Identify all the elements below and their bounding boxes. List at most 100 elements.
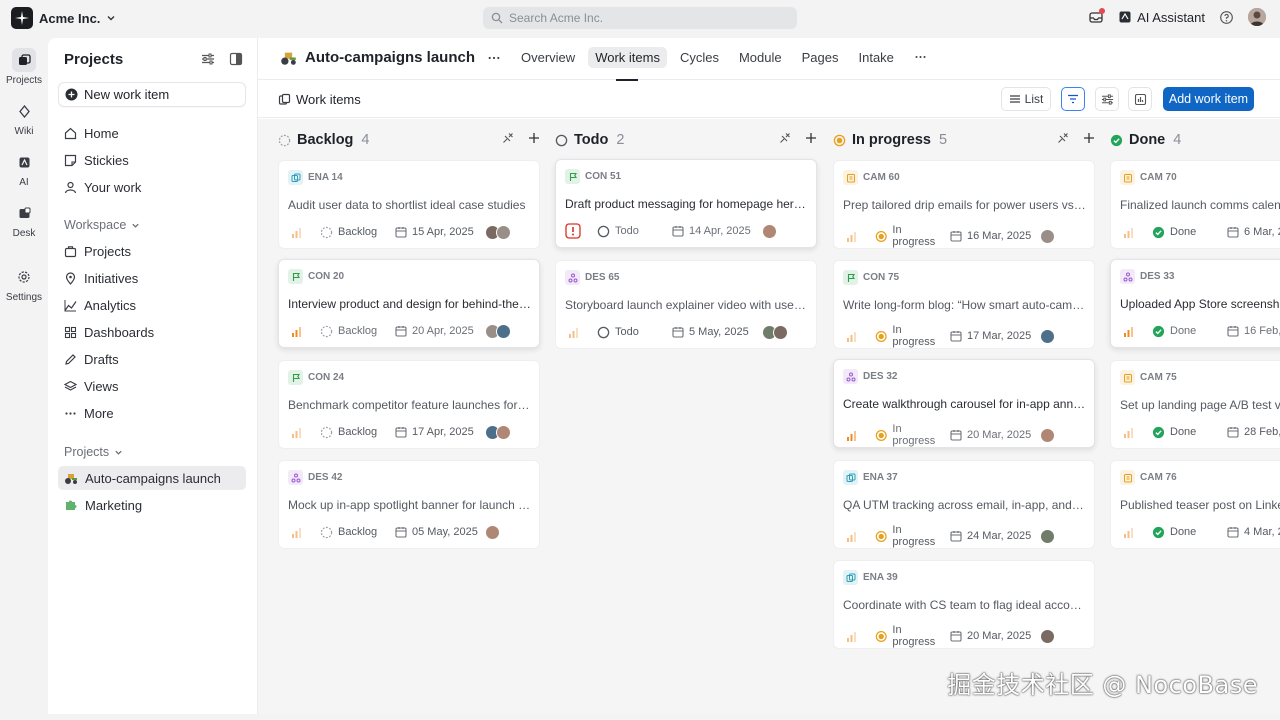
rail-settings[interactable]: Settings xyxy=(0,265,48,303)
work-item-card[interactable]: ENA 14 Audit user data to shortlist ideal… xyxy=(278,160,540,249)
due-date-property[interactable]: 20 Apr, 2025 xyxy=(395,325,479,337)
nav-views[interactable]: Views xyxy=(58,374,246,398)
work-item-card[interactable]: CON 20 Interview product and design for b… xyxy=(278,259,540,348)
priority-icon[interactable] xyxy=(843,328,859,344)
inbox-button[interactable] xyxy=(1088,8,1106,25)
assignee-avatars[interactable] xyxy=(485,224,511,240)
due-date-property[interactable]: 6 Mar, 2025 xyxy=(1227,226,1280,238)
tab-work-items[interactable]: Work items xyxy=(588,47,667,81)
due-date-property[interactable]: 24 Mar, 2025 xyxy=(950,530,1034,542)
project-marketing[interactable]: Marketing xyxy=(58,493,246,517)
plus-icon[interactable] xyxy=(1083,132,1095,144)
due-date-property[interactable]: 17 Mar, 2025 xyxy=(950,330,1034,342)
state-property[interactable]: Done xyxy=(1152,526,1222,539)
work-item-card[interactable]: ENA 37 QA UTM tracking across email, in-a… xyxy=(833,460,1095,549)
due-date-property[interactable]: 14 Apr, 2025 xyxy=(672,225,756,237)
priority-icon[interactable] xyxy=(1120,424,1136,440)
nav-drafts[interactable]: Drafts xyxy=(58,347,246,371)
assignee-avatars[interactable] xyxy=(1040,328,1055,344)
work-item-card[interactable]: DES 32 Create walkthrough carousel for in… xyxy=(833,359,1095,448)
work-item-card[interactable]: DES 42 Mock up in-app spotlight banner fo… xyxy=(278,460,540,549)
tab-intake[interactable]: Intake xyxy=(851,47,900,68)
due-date-property[interactable]: 15 Apr, 2025 xyxy=(395,226,479,238)
tab-pages[interactable]: Pages xyxy=(795,47,846,68)
state-property[interactable]: Todo xyxy=(597,225,667,238)
due-date-property[interactable]: 16 Feb, 2025 xyxy=(1227,325,1280,337)
assignee-avatars[interactable] xyxy=(1040,628,1055,644)
work-item-card[interactable]: CAM 76 Published teaser post on LinkedIn D… xyxy=(1110,460,1280,549)
work-item-card[interactable]: DES 65 Storyboard launch explainer video … xyxy=(555,260,817,349)
priority-icon[interactable] xyxy=(1120,224,1136,240)
analytics-button[interactable] xyxy=(1128,87,1152,111)
assignee-avatars[interactable] xyxy=(762,324,788,340)
minimize-icon[interactable] xyxy=(1057,132,1069,144)
assignee-avatars[interactable] xyxy=(1040,427,1055,443)
due-date-property[interactable]: 28 Feb, 2025 xyxy=(1227,426,1280,438)
priority-icon[interactable] xyxy=(843,427,859,443)
work-item-card[interactable]: CAM 60 Prep tailored drip emails for powe… xyxy=(833,160,1095,249)
due-date-property[interactable]: 16 Mar, 2025 xyxy=(950,230,1034,242)
tab-cycles[interactable]: Cycles xyxy=(673,47,726,68)
state-property[interactable]: Backlog xyxy=(320,426,390,439)
minimize-icon[interactable] xyxy=(502,132,514,144)
plus-icon[interactable] xyxy=(805,132,817,144)
assignee-avatars[interactable] xyxy=(1040,228,1055,244)
state-property[interactable]: Done xyxy=(1152,325,1222,338)
user-avatar[interactable] xyxy=(1248,8,1266,26)
priority-icon[interactable] xyxy=(288,323,304,339)
ai-assistant-button[interactable]: AI Assistant xyxy=(1118,10,1205,25)
state-property[interactable]: Backlog xyxy=(320,226,390,239)
urgent-priority-icon[interactable] xyxy=(565,223,581,239)
rail-ai[interactable]: AI xyxy=(0,150,48,188)
priority-icon[interactable] xyxy=(288,424,304,440)
priority-icon[interactable] xyxy=(565,324,581,340)
nav-your-work[interactable]: Your work xyxy=(58,175,246,199)
project-auto-campaigns[interactable]: Auto-campaigns launch xyxy=(58,466,246,490)
priority-icon[interactable] xyxy=(288,224,304,240)
work-item-card[interactable]: ENA 39 Coordinate with CS team to flag id… xyxy=(833,560,1095,649)
rail-desk[interactable]: Desk xyxy=(0,201,48,239)
state-property[interactable]: In progress xyxy=(875,224,945,248)
sidebar-toggle-icon[interactable] xyxy=(229,52,243,66)
work-item-card[interactable]: CON 24 Benchmark competitor feature launc… xyxy=(278,360,540,449)
due-date-property[interactable]: 05 May, 2025 xyxy=(395,526,479,538)
nav-dashboards[interactable]: Dashboards xyxy=(58,320,246,344)
workspace-switcher[interactable]: Acme Inc. xyxy=(11,7,116,29)
tabs-more-button[interactable] xyxy=(907,47,934,68)
nav-more[interactable]: More xyxy=(58,401,246,425)
work-item-card[interactable]: CON 75 Write long-form blog: “How smart a… xyxy=(833,260,1095,349)
work-item-card[interactable]: CAM 75 Set up landing page A/B test varia… xyxy=(1110,360,1280,449)
rail-wiki[interactable]: Wiki xyxy=(0,99,48,137)
workspace-section-header[interactable]: Workspace xyxy=(64,218,140,232)
priority-icon[interactable] xyxy=(1120,323,1136,339)
work-item-card[interactable]: DES 33 Uploaded App Store screenshots Done… xyxy=(1110,259,1280,348)
filter-settings-icon[interactable] xyxy=(201,52,215,66)
more-dots-icon[interactable] xyxy=(487,51,501,65)
state-property[interactable]: Todo xyxy=(597,326,667,339)
rail-projects[interactable]: Projects xyxy=(0,48,48,86)
add-work-item-button[interactable]: Add work item xyxy=(1163,87,1254,111)
minimize-icon[interactable] xyxy=(779,132,791,144)
work-item-card[interactable]: CAM 70 Finalized launch comms calendar Don… xyxy=(1110,160,1280,249)
due-date-property[interactable]: 20 Mar, 2025 xyxy=(950,429,1034,441)
plus-icon[interactable] xyxy=(528,132,540,144)
state-property[interactable]: Done xyxy=(1152,426,1222,439)
assignee-avatars[interactable] xyxy=(485,424,511,440)
priority-icon[interactable] xyxy=(843,528,859,544)
tab-module[interactable]: Module xyxy=(732,47,789,68)
filter-button[interactable] xyxy=(1061,87,1085,111)
priority-icon[interactable] xyxy=(843,228,859,244)
priority-icon[interactable] xyxy=(843,628,859,644)
due-date-property[interactable]: 4 Mar, 2025 xyxy=(1227,526,1280,538)
assignee-avatars[interactable] xyxy=(762,223,777,239)
help-icon[interactable] xyxy=(1219,10,1234,25)
state-property[interactable]: Backlog xyxy=(320,325,390,338)
state-property[interactable]: In progress xyxy=(875,524,945,548)
assignee-avatars[interactable] xyxy=(1040,528,1055,544)
work-item-card[interactable]: CON 51 Draft product messaging for homepa… xyxy=(555,159,817,248)
search-input[interactable]: Search Acme Inc. xyxy=(483,7,797,29)
due-date-property[interactable]: 20 Mar, 2025 xyxy=(950,630,1034,642)
state-property[interactable]: Backlog xyxy=(320,526,390,539)
nav-analytics[interactable]: Analytics xyxy=(58,293,246,317)
due-date-property[interactable]: 17 Apr, 2025 xyxy=(395,426,479,438)
